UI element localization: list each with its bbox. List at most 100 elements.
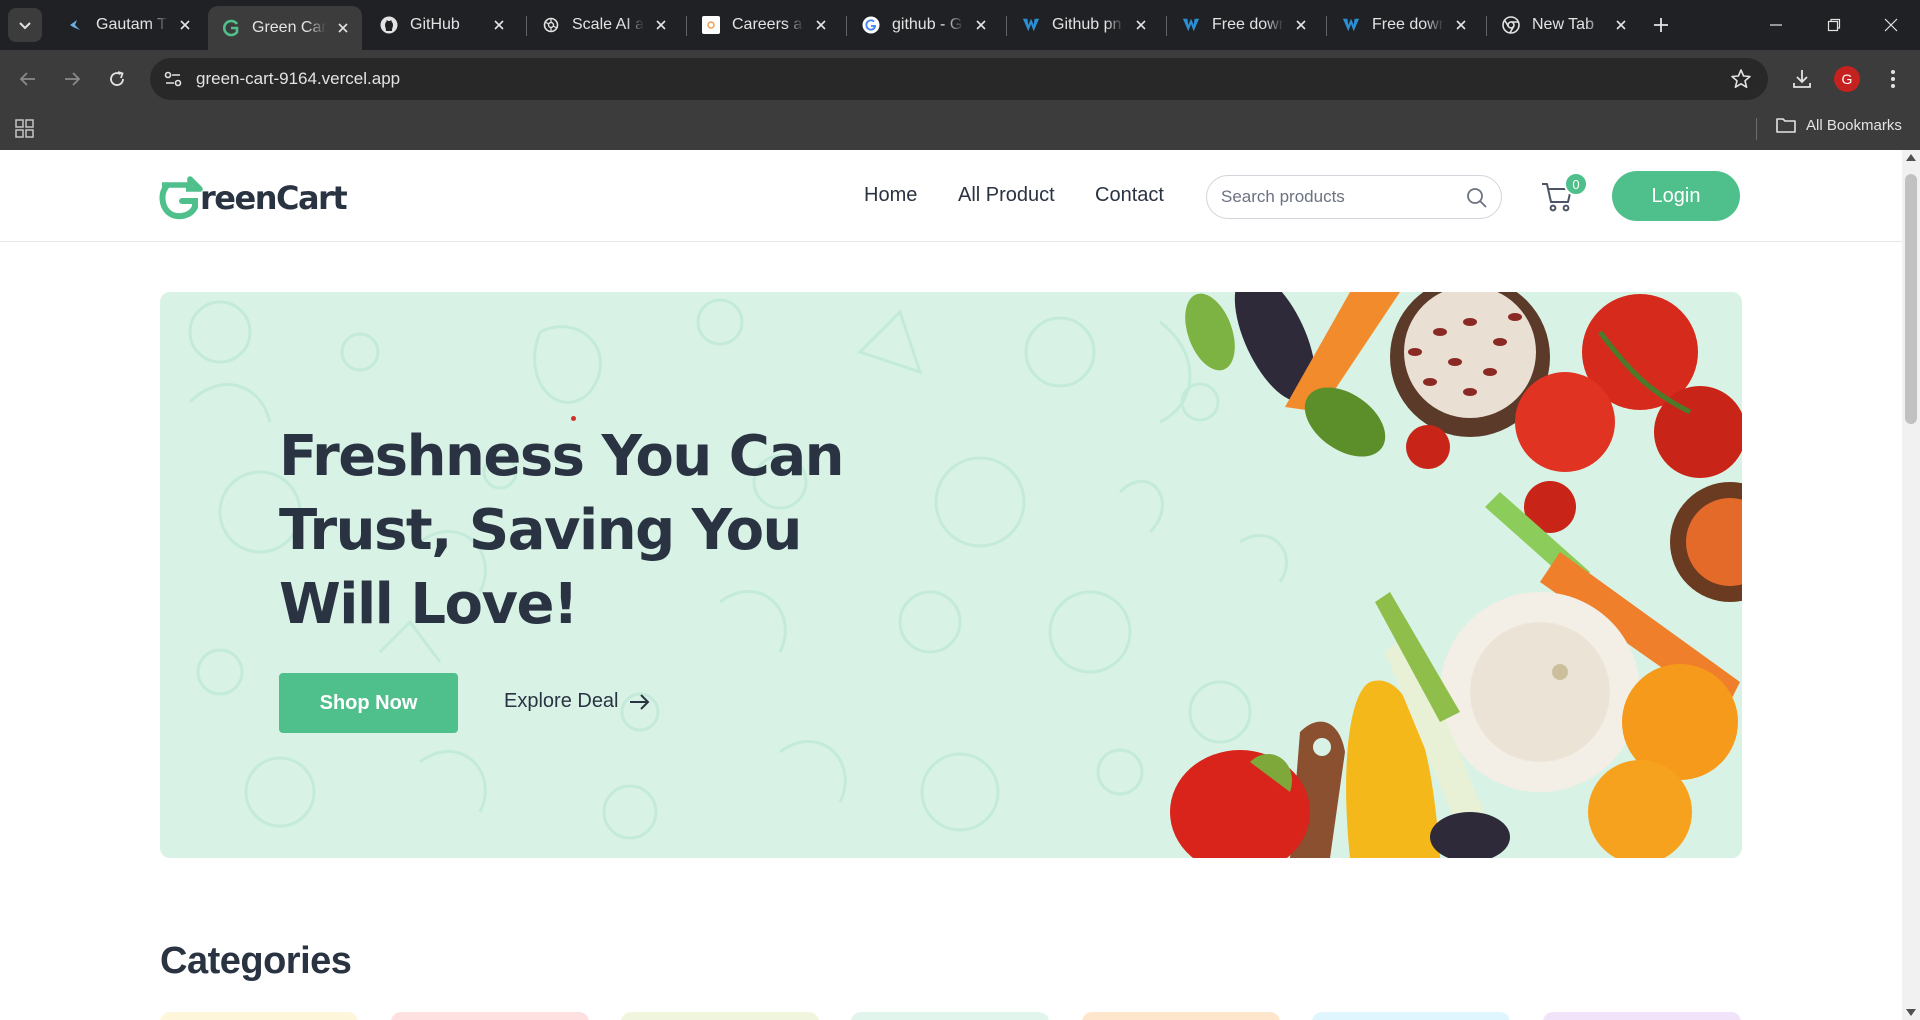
forward-button[interactable] (55, 62, 89, 96)
bookmark-star-icon[interactable] (1730, 68, 1752, 90)
chrome-favicon (1502, 16, 1520, 34)
download-icon (1793, 70, 1811, 88)
explore-deal-link[interactable]: Explore Deal (504, 690, 651, 713)
browser-tabstrip: Gautam Th Green Cart GitHub Scale AI an … (0, 0, 1920, 50)
close-tab-icon[interactable] (1132, 16, 1150, 34)
close-tab-icon[interactable] (812, 16, 830, 34)
tab-scale-ai[interactable]: Scale AI an (528, 7, 680, 43)
login-button[interactable]: Login (1612, 171, 1740, 221)
tab-green-cart[interactable]: Green Cart (208, 6, 362, 50)
search-input[interactable] (1221, 184, 1461, 210)
tab-freepik-3[interactable]: Free down (1328, 7, 1480, 43)
tab-title: Green Cart (252, 19, 326, 36)
tab-new-tab[interactable]: New Tab (1488, 7, 1640, 43)
tab-freepik-1[interactable]: Github pn (1008, 7, 1160, 43)
site-header: reenCart Home All Product Contact 0 Logi… (0, 150, 1902, 242)
nav-home[interactable]: Home (864, 184, 917, 207)
arrow-left-icon (19, 72, 35, 86)
google-favicon (862, 16, 880, 34)
nav-all-product[interactable]: All Product (958, 184, 1055, 207)
freepik-favicon (1342, 16, 1360, 34)
category-card[interactable] (621, 1012, 819, 1020)
downloads-button[interactable] (1787, 64, 1817, 94)
hero-banner: Freshness You Can Trust, Saving You Will… (160, 292, 1742, 858)
hero-title: Freshness You Can Trust, Saving You Will… (279, 424, 844, 637)
menu-button[interactable] (1878, 64, 1908, 94)
scroll-up-arrow[interactable] (1906, 154, 1916, 161)
new-tab-button[interactable] (1648, 12, 1674, 38)
arrow-right-icon (629, 693, 649, 710)
tab-title: Scale AI an (572, 16, 644, 33)
tab-title: Careers at (732, 16, 804, 33)
tab-gautam[interactable]: Gautam Th (52, 7, 204, 43)
tab-github[interactable]: GitHub (366, 7, 518, 43)
all-bookmarks-label: All Bookmarks (1806, 116, 1902, 134)
reload-button[interactable] (100, 62, 134, 96)
avatar: G (1834, 66, 1860, 92)
categories-title: Categories (160, 940, 352, 982)
tab-title: New Tab (1532, 16, 1594, 33)
close-tab-icon[interactable] (334, 19, 352, 37)
greencart-favicon (222, 19, 240, 37)
tab-google-search[interactable]: github - G (848, 7, 1000, 43)
openai-favicon (542, 16, 560, 34)
close-tab-icon[interactable] (1452, 16, 1470, 34)
tab-title: Gautam Th (96, 16, 168, 33)
search-box (1206, 175, 1502, 219)
cart-count-badge: 0 (1564, 172, 1588, 196)
back-button[interactable] (11, 62, 45, 96)
url-text[interactable]: green-cart-9164.vercel.app (196, 69, 400, 89)
category-card[interactable] (1082, 1012, 1280, 1020)
tab-search-button[interactable] (8, 8, 42, 42)
minimize-icon (1770, 24, 1782, 26)
search-icon[interactable] (1466, 187, 1487, 208)
close-tab-icon[interactable] (1292, 16, 1310, 34)
tab-title: Free down (1372, 16, 1444, 33)
tab-freepik-2[interactable]: Free down (1168, 7, 1320, 43)
close-tab-icon[interactable] (652, 16, 670, 34)
gautam-favicon (66, 16, 84, 34)
category-card[interactable] (160, 1012, 358, 1020)
close-window-button[interactable] (1862, 0, 1920, 50)
profile-button[interactable]: G (1832, 64, 1862, 94)
tab-title: github - G (892, 16, 963, 33)
close-tab-icon[interactable] (972, 16, 990, 34)
arrow-right-icon (65, 72, 81, 86)
apps-grid-icon[interactable] (14, 117, 36, 139)
nav-contact[interactable]: Contact (1095, 184, 1164, 207)
site-info-icon[interactable] (162, 68, 184, 90)
page-viewport: reenCart Home All Product Contact 0 Logi… (0, 150, 1920, 1020)
close-icon (1884, 18, 1898, 32)
site-logo[interactable]: reenCart (158, 175, 348, 221)
all-bookmarks-button[interactable]: All Bookmarks (1776, 116, 1902, 134)
chevron-down-icon (19, 22, 31, 30)
restore-button[interactable] (1805, 0, 1863, 50)
shop-now-button[interactable]: Shop Now (279, 673, 458, 733)
scroll-down-arrow[interactable] (1906, 1009, 1916, 1016)
logo-text: reenCart (200, 179, 348, 217)
category-card[interactable] (851, 1012, 1049, 1020)
tab-title: Free down (1212, 16, 1284, 33)
category-card[interactable] (1312, 1012, 1510, 1020)
tab-title: GitHub (410, 16, 460, 33)
tab-careers[interactable]: Careers at (688, 7, 840, 43)
vegetables-image (1170, 292, 1742, 858)
more-vertical-icon (1891, 70, 1895, 88)
folder-icon (1776, 118, 1796, 133)
scrollbar-thumb[interactable] (1905, 174, 1917, 424)
close-tab-icon[interactable] (490, 16, 508, 34)
address-bar[interactable]: green-cart-9164.vercel.app (150, 58, 1768, 100)
reload-icon (110, 71, 124, 86)
freepik-favicon (1022, 16, 1040, 34)
close-tab-icon[interactable] (176, 16, 194, 34)
page-scrollbar[interactable] (1902, 150, 1920, 1020)
minimize-button[interactable] (1747, 0, 1805, 50)
browser-toolbar: green-cart-9164.vercel.app G (0, 50, 1920, 108)
plus-icon (1654, 18, 1668, 32)
category-card[interactable] (1543, 1012, 1741, 1020)
github-favicon (380, 16, 398, 34)
mouse-cursor (571, 416, 576, 421)
category-card[interactable] (391, 1012, 589, 1020)
explore-deal-label: Explore Deal (504, 690, 619, 712)
close-tab-icon[interactable] (1612, 16, 1630, 34)
